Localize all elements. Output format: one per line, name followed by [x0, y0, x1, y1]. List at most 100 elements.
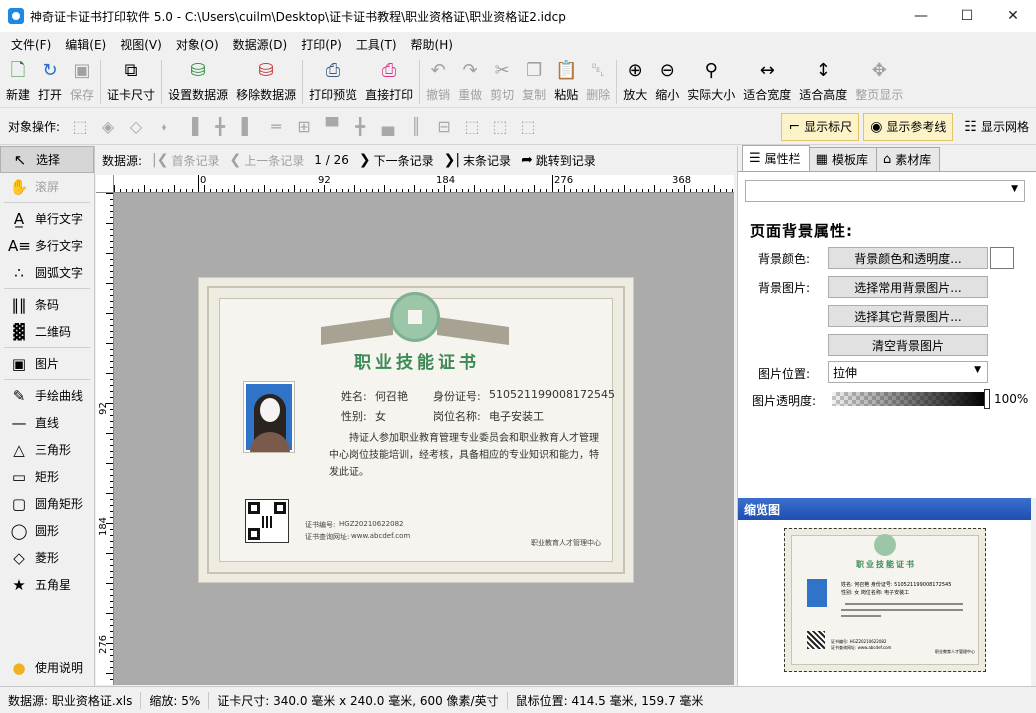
image-alpha-slider-thumb[interactable] — [984, 389, 990, 409]
redo-button[interactable]: ↷ 重做 — [454, 56, 486, 106]
group-icon[interactable]: ⬚ — [461, 116, 483, 138]
single-line-text-tool[interactable]: A̲ 单行文字 — [0, 205, 94, 232]
certificate-description[interactable]: 持证人参加职业教育管理专业委员会和职业教育人才管理中心岗位技能培训，经考核，具备… — [329, 430, 604, 481]
next-record-button[interactable]: ❯ 下一条记录 — [359, 152, 434, 169]
first-record-button[interactable]: |❮ 首条记录 — [152, 152, 219, 169]
same-height-icon[interactable]: ║ — [405, 116, 427, 138]
object-selector-dropdown[interactable]: ▼ — [745, 180, 1025, 202]
show-guides-toggle[interactable]: ◉ 显示参考线 — [863, 112, 954, 141]
issuer-text[interactable]: 职业教育人才管理中心 — [531, 538, 601, 548]
thumbnail-viewport[interactable]: 职业技能证书 姓名: 何召艳 身份证号: 510521199008172545 … — [784, 528, 986, 672]
set-datasource-button[interactable]: ⛁ 设置数据源 — [164, 56, 232, 106]
send-back-icon[interactable]: ⬪ — [153, 116, 175, 138]
menu-object[interactable]: 对象(O) — [169, 36, 226, 53]
paste-button[interactable]: 📋 粘贴 — [550, 56, 582, 106]
ungroup-icon[interactable]: ⬚ — [489, 116, 511, 138]
card-size-button[interactable]: ⧉ 证卡尺寸 — [103, 56, 159, 106]
zoom-out-button[interactable]: ⊖ 缩小 — [651, 56, 683, 106]
copy-button[interactable]: ❐ 复制 — [518, 56, 550, 106]
choose-other-bg-button[interactable]: 选择其它背景图片... — [828, 305, 988, 327]
fit-page-button[interactable]: ✥ 整页显示 — [851, 56, 907, 106]
delete-button[interactable]: ␡ 删除 — [582, 56, 614, 106]
ellipse-tool[interactable]: ◯ 圆形 — [0, 517, 94, 544]
bring-forward-icon[interactable]: ◈ — [97, 116, 119, 138]
line-tool[interactable]: — 直线 — [0, 409, 94, 436]
tab-templates[interactable]: ▦ 模板库 — [808, 147, 877, 171]
fit-height-button[interactable]: ↕ 适合高度 — [795, 56, 851, 106]
freehand-tool[interactable]: ✎ 手绘曲线 — [0, 382, 94, 409]
save-button[interactable]: ▣ 保存 — [66, 56, 98, 106]
send-backward-icon[interactable]: ◇ — [125, 116, 147, 138]
image-tool[interactable]: ▣ 图片 — [0, 350, 94, 377]
tab-properties[interactable]: ☰ 属性栏 — [742, 145, 810, 171]
zoom-in-button[interactable]: ⊕ 放大 — [619, 56, 651, 106]
bg-color-swatch[interactable] — [990, 247, 1014, 269]
position-label[interactable]: 岗位名称: — [433, 408, 481, 424]
select-tool[interactable]: ↖ 选择 — [0, 146, 94, 173]
cut-button[interactable]: ✂ 剪切 — [486, 56, 518, 106]
menu-file[interactable]: 文件(F) — [4, 36, 58, 53]
query-url-value[interactable]: www.abcdef.com — [351, 532, 410, 540]
show-grid-toggle[interactable]: ☷ 显示网格 — [957, 113, 1036, 141]
holder-photo[interactable] — [243, 381, 295, 453]
qrcode-tool[interactable]: ▓ 二维码 — [0, 318, 94, 345]
bring-front-icon[interactable]: ⬚ — [69, 116, 91, 138]
round-rect-tool[interactable]: ▢ 圆角矩形 — [0, 490, 94, 517]
cert-no-value[interactable]: HGZ20210622082 — [339, 520, 403, 528]
fit-width-button[interactable]: ↔ 适合宽度 — [739, 56, 795, 106]
certificate-title[interactable]: 职业技能证书 — [199, 348, 635, 373]
close-icon[interactable]: ✕ — [990, 0, 1036, 32]
arc-text-tool[interactable]: ∴ 圆弧文字 — [0, 259, 94, 286]
align-center-icon[interactable]: ╋ — [209, 116, 231, 138]
triangle-tool[interactable]: △ 三角形 — [0, 436, 94, 463]
direct-print-button[interactable]: ⎙ 直接打印 — [361, 56, 417, 106]
undo-button[interactable]: ↶ 撤销 — [422, 56, 454, 106]
gender-value[interactable]: 女 — [375, 408, 386, 424]
choose-common-bg-button[interactable]: 选择常用背景图片... — [828, 276, 988, 298]
name-value[interactable]: 何召艳 — [375, 388, 408, 404]
menu-datasource[interactable]: 数据源(D) — [226, 36, 295, 53]
bg-color-button[interactable]: 背景颜色和透明度... — [828, 247, 988, 269]
distribute-h-icon[interactable]: ⊞ — [293, 116, 315, 138]
certificate-page[interactable]: 职业技能证书 姓名: 何召艳 身份证号: 510521199008172545 … — [198, 277, 634, 583]
clear-bg-button[interactable]: 清空背景图片 — [828, 334, 988, 356]
open-button[interactable]: ↻ 打开 — [34, 56, 66, 106]
menu-edit[interactable]: 编辑(E) — [58, 36, 113, 53]
rectangle-tool[interactable]: ▭ 矩形 — [0, 463, 94, 490]
certificate-qrcode[interactable] — [245, 499, 289, 543]
previous-record-button[interactable]: ❮ 上一条记录 — [230, 152, 305, 169]
position-value[interactable]: 电子安装工 — [489, 408, 544, 424]
image-position-select[interactable]: 拉伸 ▼ — [828, 361, 988, 383]
remove-datasource-button[interactable]: ⛁ 移除数据源 — [232, 56, 300, 106]
menu-help[interactable]: 帮助(H) — [404, 36, 460, 53]
menu-view[interactable]: 视图(V) — [113, 36, 169, 53]
design-canvas[interactable]: 职业技能证书 姓名: 何召艳 身份证号: 510521199008172545 … — [114, 193, 734, 685]
scroll-tool[interactable]: ✋ 滚屏 — [0, 173, 94, 200]
align-top-icon[interactable]: ▀ — [321, 116, 343, 138]
help-button[interactable]: ● 使用说明 — [0, 654, 94, 681]
align-left-icon[interactable]: ▐ — [181, 116, 203, 138]
menu-tools[interactable]: 工具(T) — [349, 36, 404, 53]
last-record-button[interactable]: ❯| 末条记录 — [444, 152, 511, 169]
tab-materials[interactable]: ⌂ 素材库 — [875, 147, 941, 171]
cert-no-label[interactable]: 证书编号: — [305, 520, 335, 530]
image-alpha-slider[interactable] — [832, 392, 986, 406]
goto-record-button[interactable]: ➦ 跳转到记录 — [521, 152, 596, 169]
same-width-icon[interactable]: ═ — [265, 116, 287, 138]
diamond-tool[interactable]: ◇ 菱形 — [0, 544, 94, 571]
lock-icon[interactable]: ⬚ — [517, 116, 539, 138]
horizontal-ruler[interactable]: 0 92 184 276 368 — [114, 175, 734, 193]
menu-print[interactable]: 打印(P) — [294, 36, 349, 53]
actual-size-button[interactable]: ⚲ 实际大小 — [683, 56, 739, 106]
align-middle-icon[interactable]: ╋ — [349, 116, 371, 138]
align-right-icon[interactable]: ▌ — [237, 116, 259, 138]
star-tool[interactable]: ★ 五角星 — [0, 571, 94, 598]
id-label[interactable]: 身份证号: — [433, 388, 481, 404]
vertical-ruler[interactable]: 92 184 276 — [96, 193, 114, 685]
maximize-icon[interactable]: ☐ — [944, 0, 990, 32]
show-ruler-toggle[interactable]: ⌐ 显示标尺 — [781, 112, 860, 141]
query-url-label[interactable]: 证书查询网址: — [305, 532, 349, 542]
gender-label[interactable]: 性别: — [341, 408, 367, 424]
id-value[interactable]: 510521199008172545 — [489, 388, 615, 401]
print-preview-button[interactable]: ⎙ 打印预览 — [305, 56, 361, 106]
